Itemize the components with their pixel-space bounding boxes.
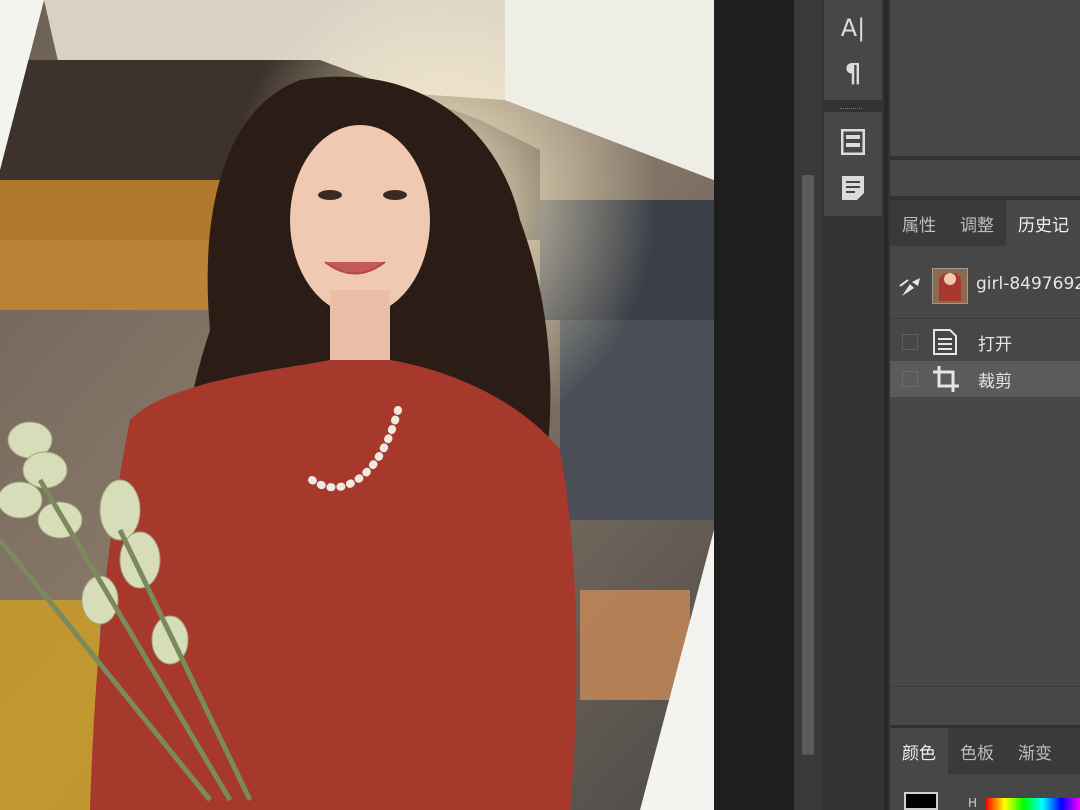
right-panel-dock: 属性 调整 历史记 girl-8497692 打开 裁剪 颜色 色板 渐变 H [888, 0, 1080, 810]
tab-adjustments[interactable]: 调整 [948, 200, 1006, 246]
state-source-checkbox[interactable] [902, 371, 918, 387]
snapshot-thumbnail [932, 268, 968, 304]
history-brush-icon[interactable] [898, 276, 924, 300]
notes-icon [842, 176, 864, 200]
crop-icon [933, 366, 959, 392]
history-state-label: 打开 [978, 334, 1012, 355]
history-panel: 属性 调整 历史记 girl-8497692 打开 裁剪 [890, 200, 1080, 724]
tab-swatches[interactable]: 色板 [948, 728, 1006, 774]
tab-history[interactable]: 历史记 [1006, 200, 1080, 246]
history-state-open[interactable]: 打开 [890, 324, 1080, 360]
history-state-label: 裁剪 [978, 371, 1012, 392]
character-glyph: A| [840, 14, 866, 42]
panel-icon-strip: A| ¶ [822, 0, 884, 810]
history-panel-footer [890, 686, 1080, 725]
color-panel: 颜色 色板 渐变 H [890, 728, 1080, 810]
state-source-checkbox[interactable] [902, 334, 918, 350]
upper-panel-footer [890, 160, 1080, 196]
pasteboard [714, 0, 794, 810]
type-panels-group: A| ¶ [824, 0, 882, 100]
vertical-scrollbar[interactable] [794, 0, 822, 810]
misc-panels-group [824, 112, 882, 216]
tab-color[interactable]: 颜色 [890, 728, 948, 774]
color-panel-tabs: 颜色 色板 渐变 [890, 728, 1080, 774]
document-icon [933, 329, 957, 355]
tab-properties[interactable]: 属性 [890, 200, 948, 246]
upper-panel [890, 0, 1080, 156]
history-snapshot[interactable]: girl-8497692 [890, 258, 1080, 319]
layout-icon [841, 129, 865, 155]
paragraph-glyph: ¶ [844, 59, 862, 89]
history-panel-tabs: 属性 调整 历史记 [890, 200, 1080, 246]
scrollbar-thumb[interactable] [802, 175, 814, 755]
photo-image [0, 0, 714, 810]
hue-spectrum-bar[interactable] [986, 798, 1080, 810]
panel-grip[interactable] [840, 108, 862, 111]
paragraph-panel-icon[interactable]: ¶ [824, 54, 882, 94]
character-panel-icon[interactable]: A| [824, 8, 882, 48]
tab-gradients[interactable]: 渐变 [1006, 728, 1064, 774]
history-state-crop[interactable]: 裁剪 [890, 361, 1080, 397]
document-canvas[interactable] [0, 0, 714, 810]
hue-label: H [968, 796, 978, 810]
snapshot-name: girl-8497692 [976, 274, 1080, 294]
layout-panel-icon[interactable] [824, 122, 882, 162]
notes-panel-icon[interactable] [824, 168, 882, 208]
foreground-color-swatch[interactable] [904, 792, 938, 810]
